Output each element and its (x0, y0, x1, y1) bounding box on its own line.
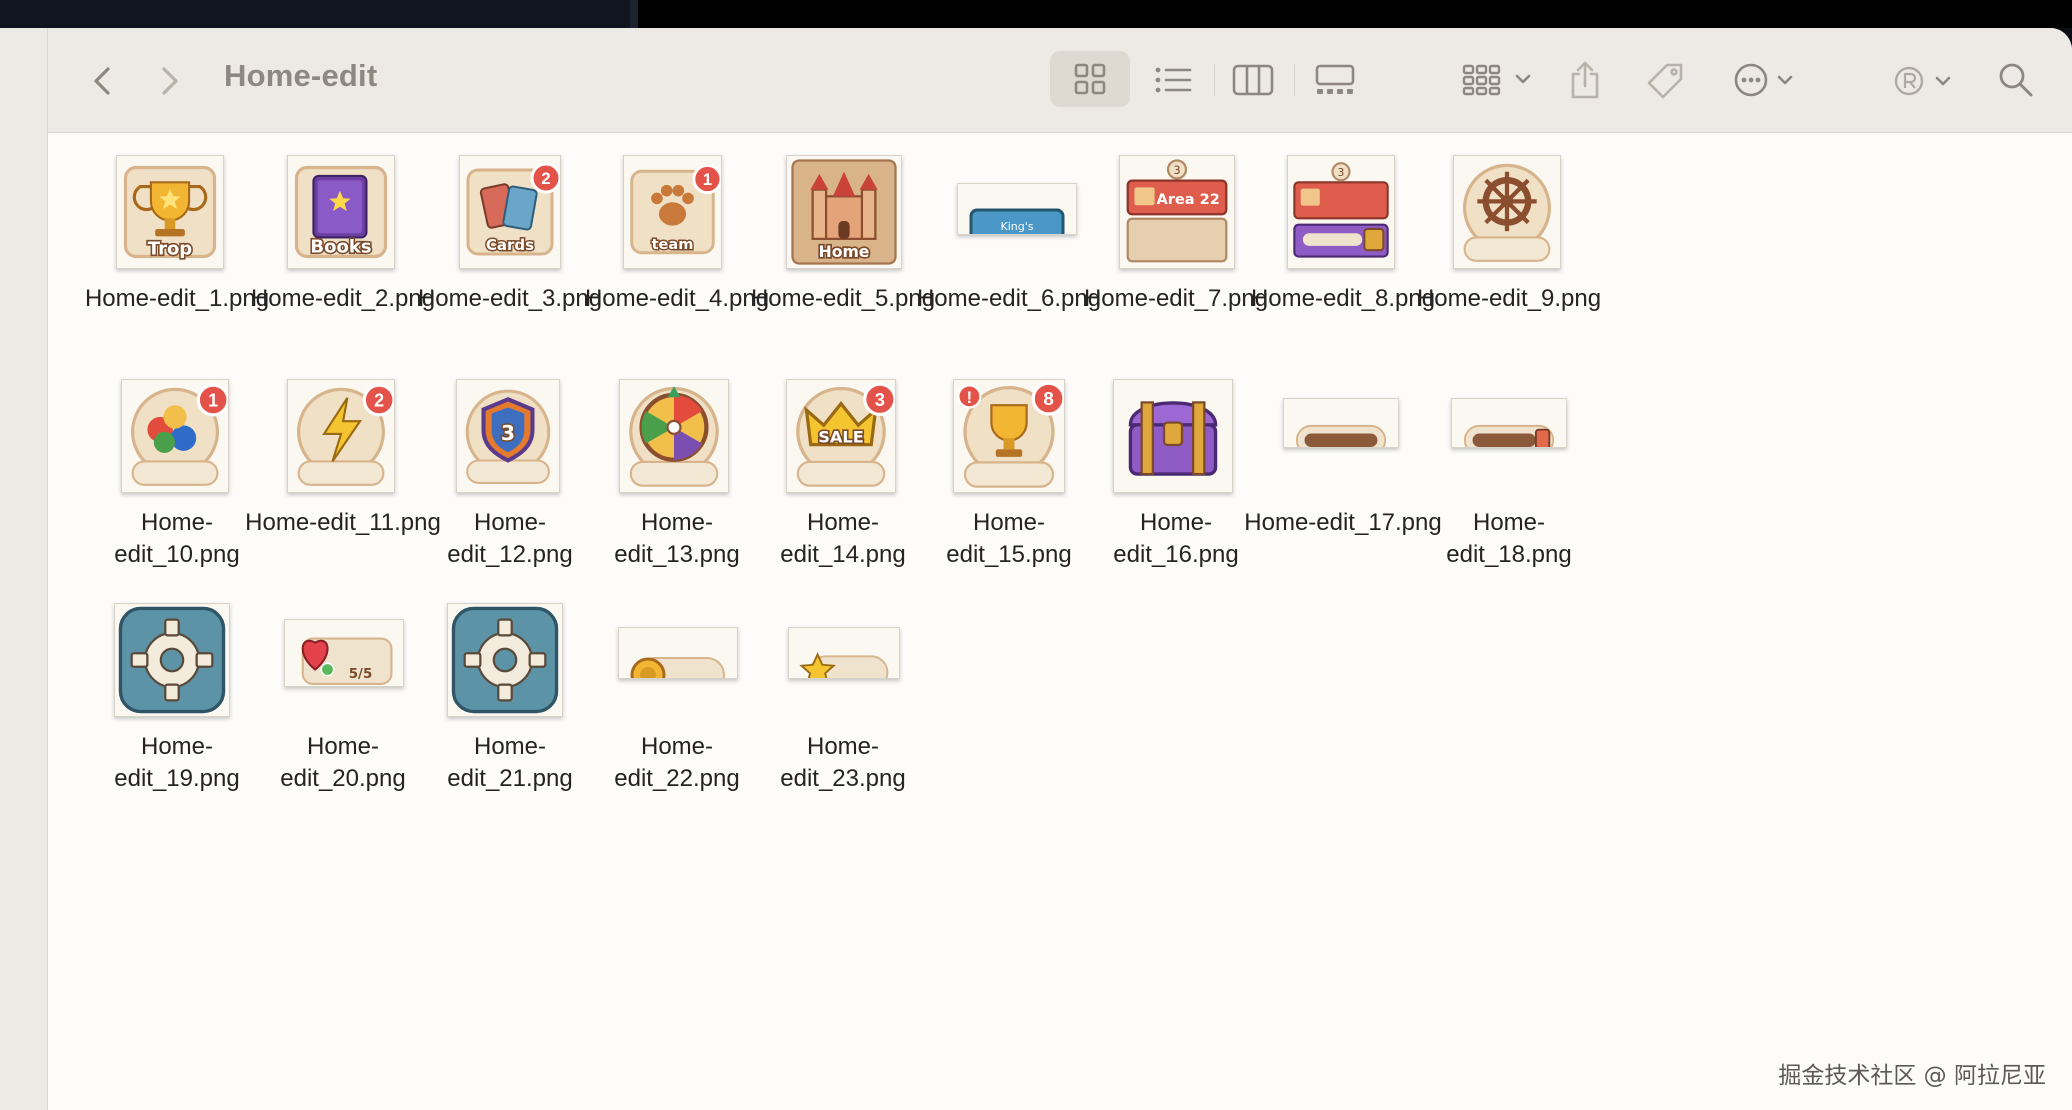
file-name[interactable]: Home-edit_10.png (102, 507, 252, 571)
chest-thumbnail-icon (1113, 379, 1233, 493)
svg-text:2: 2 (374, 390, 384, 410)
toolbar-separator (1294, 64, 1295, 96)
svg-text:King's: King's (1001, 220, 1034, 233)
file-name[interactable]: Home-edit_20.png (268, 731, 418, 795)
area-panel-thumbnail-icon: 3 Area 22 (1119, 155, 1235, 269)
sidebar (0, 28, 48, 1110)
svg-text:3: 3 (875, 389, 885, 410)
file-name[interactable]: Home-edit_16.png (1101, 507, 1251, 571)
file-name[interactable]: Home-edit_19.png (102, 731, 252, 795)
paw-thumbnail-icon: team 1 (623, 155, 722, 269)
file-name[interactable]: Home-edit_15.png (934, 507, 1084, 571)
svg-text:Books: Books (310, 236, 371, 257)
list-view-icon[interactable] (1154, 65, 1192, 95)
file-name[interactable]: Home-edit_18.png (1434, 507, 1584, 571)
books-thumbnail-icon: Books (287, 155, 395, 269)
file-name[interactable]: Home-edit_12.png (435, 507, 585, 571)
file-name[interactable]: Home-edit_21.png (435, 731, 585, 795)
lightning-thumbnail-icon: 2 (287, 379, 395, 493)
svg-text:SALE: SALE (818, 427, 864, 446)
watermark: 掘金技术社区 @ 阿拉尼亚 (1778, 1063, 2046, 1089)
background-window-strip (0, 0, 630, 28)
file-name[interactable]: Home-edit_23.png (768, 731, 918, 795)
svg-text:Area 22: Area 22 (1156, 191, 1219, 208)
gear-thumbnail-icon (114, 603, 230, 717)
forward-icon[interactable] (154, 64, 184, 98)
toolbar-separator (1214, 64, 1215, 96)
cup-thumbnail-icon: ! 8 (953, 379, 1065, 493)
svg-text:Trop: Trop (148, 238, 193, 259)
back-icon[interactable] (88, 64, 118, 98)
svg-text:3: 3 (1338, 167, 1345, 179)
file-name[interactable]: Home-edit_14.png (768, 507, 918, 571)
desktop-background (638, 0, 2072, 28)
finder-window: Home-edit Trop Home-edit_1.png Books Hom… (0, 28, 2072, 1110)
spin-wheel-thumbnail-icon (619, 379, 729, 493)
svg-text:team: team (652, 236, 694, 253)
star-bar-thumbnail-icon (788, 627, 900, 679)
column-view-icon[interactable] (1232, 64, 1274, 96)
account-icon[interactable] (1894, 65, 1964, 97)
file-item[interactable]: Home-edit_23.png (738, 581, 948, 801)
crown-thumbnail-icon: SALE 3 (786, 379, 896, 493)
file-item[interactable]: Home-edit_9.png (1404, 133, 1614, 353)
gear-thumbnail-icon (447, 603, 563, 717)
folder-title: Home-edit (224, 58, 378, 93)
shield-thumbnail-icon: 3 (456, 379, 560, 493)
file-item[interactable]: Home-edit_18.png (1404, 357, 1614, 577)
svg-text:Cards: Cards (486, 236, 534, 254)
icon-view-icon[interactable] (1074, 63, 1106, 95)
bar-thumbnail-icon (1283, 398, 1399, 448)
share-icon[interactable] (1568, 60, 1602, 100)
svg-text:3: 3 (1173, 164, 1180, 177)
svg-text:!: ! (967, 389, 973, 407)
file-name[interactable]: Home-edit_9.png (1404, 283, 1614, 315)
group-icon[interactable] (1462, 64, 1534, 96)
window-divider (630, 0, 638, 28)
wheel-thumbnail-icon (1453, 155, 1561, 269)
area-panel-chest-thumbnail-icon: 3 (1287, 155, 1395, 269)
search-icon[interactable] (1998, 62, 2034, 98)
svg-text:8: 8 (1043, 388, 1053, 409)
tag-icon[interactable] (1646, 62, 1684, 100)
svg-text:2: 2 (541, 169, 550, 188)
svg-text:1: 1 (208, 390, 218, 410)
balls-thumbnail-icon: 1 (121, 379, 229, 493)
svg-text:1: 1 (703, 171, 712, 189)
coin-bar-thumbnail-icon (618, 627, 738, 679)
gallery-view-icon[interactable] (1314, 64, 1356, 96)
castle-thumbnail-icon: Home (786, 155, 902, 269)
file-name[interactable]: Home-edit_13.png (602, 507, 752, 571)
svg-text:Home: Home (819, 242, 870, 261)
heart-bar-thumbnail-icon: 5/5 (284, 619, 404, 687)
svg-text:3: 3 (501, 421, 515, 445)
file-grid: Trop Home-edit_1.png Books Home-edit_2.png C… (48, 133, 2072, 1110)
bar-chest-thumbnail-icon (1451, 398, 1567, 448)
svg-text:5/5: 5/5 (349, 667, 373, 682)
banner-thumbnail-icon: King'sNightmare (957, 183, 1077, 235)
more-icon[interactable] (1734, 63, 1806, 97)
file-name[interactable]: Home-edit_22.png (602, 731, 752, 795)
trophy-thumbnail-icon: Trop (116, 155, 224, 269)
cards-thumbnail-icon: Cards 2 (459, 155, 561, 269)
toolbar: Home-edit (48, 28, 2072, 133)
